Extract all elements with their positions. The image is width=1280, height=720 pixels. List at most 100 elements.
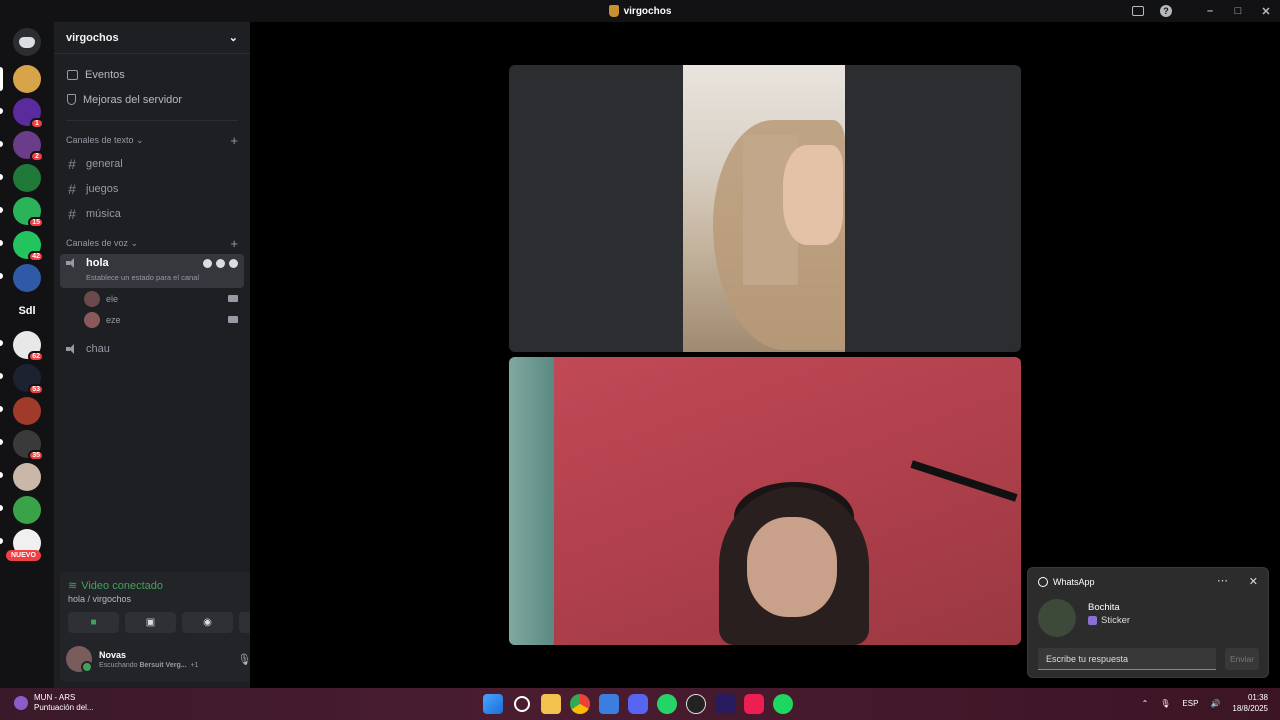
- chat-icon[interactable]: [203, 259, 212, 268]
- steam-icon[interactable]: [686, 694, 706, 714]
- screen-share-button[interactable]: ▣: [125, 612, 176, 633]
- weather-icon: [14, 696, 28, 710]
- channel-status[interactable]: Establece un estado para el canal: [86, 273, 238, 282]
- category-label: Canales de voz: [66, 237, 129, 248]
- channel-musica[interactable]: # música: [60, 201, 244, 226]
- boosts-link[interactable]: Mejoras del servidor: [60, 87, 244, 112]
- voice-channel-label: chau: [86, 342, 110, 355]
- whatsapp-notification[interactable]: WhatsApp ⋯ ✕ Bochita Sticker Escribe tu …: [1027, 567, 1269, 678]
- voice-user-name: ele: [106, 293, 119, 304]
- hash-icon: #: [68, 205, 76, 222]
- reply-input[interactable]: Escribe tu respuesta: [1038, 648, 1216, 670]
- video-tile-ele[interactable]: [509, 65, 1021, 352]
- discord-icon[interactable]: [628, 694, 648, 714]
- sender-name: Bochita: [1088, 602, 1120, 613]
- gear-icon[interactable]: [229, 259, 238, 268]
- events-link[interactable]: Eventos: [60, 62, 244, 87]
- unread-badge: 15: [28, 217, 44, 228]
- user-status: Escuchando Bersuit Verg... +1: [99, 661, 199, 669]
- server-icon-9[interactable]: 53: [13, 364, 44, 395]
- boost-icon: [67, 94, 76, 105]
- hash-icon: #: [68, 180, 76, 197]
- server-icon-4[interactable]: [13, 164, 41, 192]
- speaker-icon: [66, 258, 78, 268]
- server-icon-2[interactable]: 1: [13, 98, 44, 129]
- invite-icon[interactable]: [216, 259, 225, 268]
- avatar: [84, 290, 100, 307]
- voice-location[interactable]: hola / virgochos: [68, 594, 131, 604]
- channel-sidebar: virgochos ⌄ Eventos Mejoras del servidor …: [54, 22, 297, 688]
- server-icon-11[interactable]: 35: [13, 430, 44, 461]
- channel-general[interactable]: # general: [60, 151, 244, 176]
- chevron-down-icon: ⌄: [228, 32, 238, 44]
- unread-badge: 42: [28, 251, 44, 262]
- inbox-icon: [1132, 6, 1144, 16]
- microphone-icon[interactable]: 🎙: [1160, 699, 1170, 708]
- boosts-label: Mejoras del servidor: [83, 93, 183, 106]
- message-text: Sticker: [1101, 615, 1131, 626]
- start-icon[interactable]: [483, 694, 503, 714]
- voice-user[interactable]: ele: [54, 288, 250, 309]
- chrome-icon[interactable]: [570, 694, 590, 714]
- server-name: virgochos: [66, 31, 119, 44]
- server-header[interactable]: virgochos ⌄: [54, 22, 250, 54]
- text-channels-category[interactable]: Canales de texto ⌄ +: [54, 129, 250, 151]
- weather-title: MUN - ARS: [34, 693, 76, 702]
- video-tile-self[interactable]: [509, 357, 1021, 645]
- voice-channel-chau[interactable]: chau: [60, 336, 244, 361]
- whatsapp-icon[interactable]: [657, 694, 677, 714]
- help-button[interactable]: ?: [1152, 0, 1180, 22]
- activity-button[interactable]: ◉: [182, 612, 233, 633]
- unread-badge: 35: [28, 450, 44, 461]
- speaker-icon: [66, 343, 78, 354]
- close-icon[interactable]: ✕: [1249, 575, 1258, 588]
- server-icon-6[interactable]: 42: [13, 231, 44, 262]
- camera-button[interactable]: ■: [68, 612, 119, 633]
- weather-subtitle: Puntuación del...: [34, 703, 94, 712]
- home-button[interactable]: [13, 28, 41, 56]
- channel-label: general: [86, 157, 123, 170]
- minimize-button[interactable]: –: [1196, 0, 1224, 22]
- server-virgochos[interactable]: [13, 65, 41, 93]
- volume-icon[interactable]: 🔊: [1210, 699, 1220, 708]
- close-button[interactable]: ✕: [1252, 0, 1280, 22]
- server-icon-10[interactable]: [13, 397, 41, 425]
- server-icon-8[interactable]: 62: [13, 331, 44, 362]
- add-channel-icon[interactable]: +: [230, 236, 238, 251]
- chevron-up-icon[interactable]: ⌃: [1142, 699, 1149, 708]
- premiere-icon[interactable]: [715, 694, 735, 714]
- clock[interactable]: 01:38 18/8/2025: [1232, 692, 1268, 714]
- search-icon[interactable]: [514, 696, 530, 712]
- voice-channel-label: hola: [86, 257, 109, 269]
- voice-channels-category[interactable]: Canales de voz ⌄ +: [54, 232, 250, 254]
- spotify-icon[interactable]: [773, 694, 793, 714]
- server-list: 1 2 15 42 Sdl 62 53 35 NUEVO: [0, 22, 54, 688]
- maximize-button[interactable]: □: [1224, 0, 1252, 22]
- add-channel-icon[interactable]: +: [230, 133, 238, 148]
- events-label: Eventos: [85, 68, 125, 81]
- store-icon[interactable]: [599, 694, 619, 714]
- server-icon-12[interactable]: [13, 463, 41, 491]
- server-icon-7[interactable]: [13, 264, 41, 292]
- avatar[interactable]: [66, 646, 93, 673]
- sticker-icon: [1088, 616, 1097, 625]
- weather-widget[interactable]: MUN - ARS Puntuación del...: [14, 693, 94, 713]
- server-icon-5[interactable]: 15: [13, 197, 44, 228]
- avatar: [1038, 599, 1076, 637]
- file-explorer-icon[interactable]: [541, 694, 561, 714]
- voice-user-name: eze: [106, 314, 121, 325]
- voice-channel-hola[interactable]: hola Establece un estado para el canal: [60, 254, 244, 288]
- tiktok-icon[interactable]: [744, 694, 764, 714]
- language-indicator[interactable]: ESP: [1182, 699, 1198, 708]
- send-button[interactable]: Enviar: [1225, 648, 1259, 670]
- voice-user[interactable]: eze: [54, 309, 250, 330]
- server-icon-13[interactable]: [13, 496, 41, 524]
- server-icon-3[interactable]: 2: [13, 131, 44, 162]
- notification-app: WhatsApp: [1053, 577, 1095, 587]
- unread-badge: 1: [30, 118, 44, 129]
- server-sdl[interactable]: Sdl: [13, 297, 41, 325]
- more-icon[interactable]: ⋯: [1217, 574, 1228, 587]
- inbox-button[interactable]: [1124, 0, 1152, 22]
- hash-icon: #: [68, 155, 76, 172]
- channel-juegos[interactable]: # juegos: [60, 176, 244, 201]
